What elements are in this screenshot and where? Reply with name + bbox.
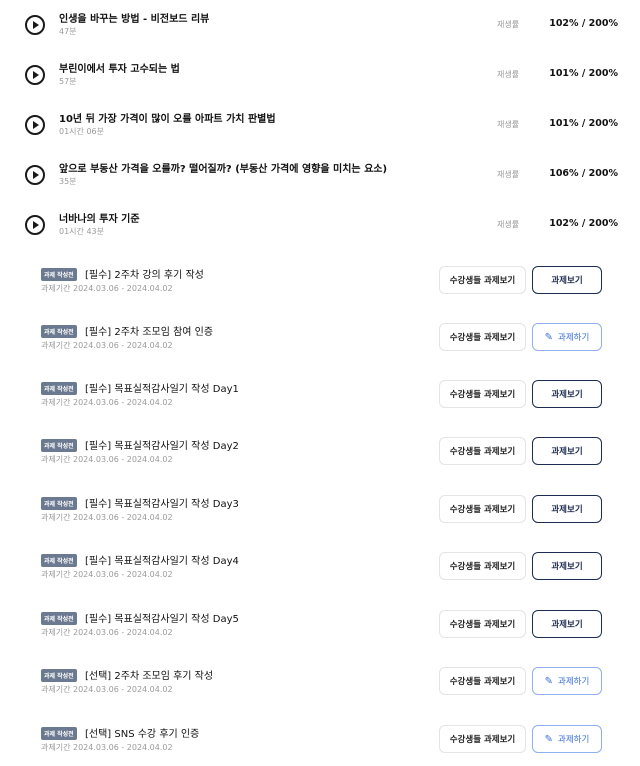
- assignment-period: 과제기간 2024.03.06 - 2024.04.02: [41, 398, 173, 407]
- assignment-period: 과제기간 2024.03.06 - 2024.04.02: [41, 570, 173, 579]
- do-assignment-label: 과제하기: [558, 735, 590, 745]
- do-assignment-label: 과제하기: [558, 333, 590, 343]
- lecture-title[interactable]: 인생을 바꾸는 방법 - 비전보드 리뷰: [59, 10, 209, 25]
- peer-assignments-button[interactable]: 수강생들 과제보기: [439, 495, 526, 523]
- peer-assignments-button[interactable]: 수강생들 과제보기: [439, 610, 526, 638]
- play-circle-icon[interactable]: [25, 65, 45, 85]
- assignment-title: [필수] 목표실적감사일기 작성 Day3: [85, 499, 239, 510]
- assignment-title: [필수] 목표실적감사일기 작성 Day5: [85, 614, 239, 625]
- play-rate-value: 101% / 200%: [549, 118, 618, 129]
- lecture-duration: 35분: [59, 177, 77, 186]
- status-badge: 과제 작성전: [41, 382, 77, 395]
- lecture-title[interactable]: 너바나의 투자 기준: [59, 210, 140, 225]
- assignment-title: [필수] 목표실적감사일기 작성 Day2: [85, 441, 239, 452]
- play-rate-value: 106% / 200%: [549, 168, 618, 179]
- assignment-title: [선택] 2주차 조모임 후기 작성: [85, 671, 214, 682]
- lecture-duration: 01시간 43분: [59, 227, 104, 236]
- lecture-item[interactable]: 부린이에서 투자 고수되는 법 57분 재생률 101% / 200%: [0, 56, 640, 96]
- play-rate-value: 102% / 200%: [549, 218, 618, 229]
- assignment-title: [필수] 2주차 강의 후기 작성: [85, 270, 204, 281]
- assignment-row: 과제 작성전 [필수] 목표실적감사일기 작성 Day1 과제기간 2024.0…: [0, 380, 640, 421]
- view-assignment-button[interactable]: 과제보기: [532, 495, 602, 523]
- status-badge: 과제 작성전: [41, 727, 77, 740]
- play-rate-value: 102% / 200%: [549, 18, 618, 29]
- view-assignment-button[interactable]: 과제보기: [532, 266, 602, 294]
- do-assignment-button[interactable]: ✎ 과제하기: [532, 725, 602, 753]
- lecture-title[interactable]: 10년 뒤 가장 가격이 많이 오를 아파트 가치 판별법: [59, 110, 276, 125]
- lecture-duration: 57분: [59, 77, 77, 86]
- assignment-title: [필수] 2주차 조모임 참여 인증: [85, 327, 214, 338]
- pencil-icon: ✎: [544, 675, 554, 687]
- assignment-period: 과제기간 2024.03.06 - 2024.04.02: [41, 685, 173, 694]
- peer-assignments-button[interactable]: 수강생들 과제보기: [439, 552, 526, 580]
- play-rate-label: 재생률: [497, 20, 520, 29]
- lecture-duration: 47분: [59, 27, 77, 36]
- view-assignment-button[interactable]: 과제보기: [532, 552, 602, 580]
- peer-assignments-button[interactable]: 수강생들 과제보기: [439, 266, 526, 294]
- play-circle-icon[interactable]: [25, 115, 45, 135]
- play-circle-icon[interactable]: [25, 215, 45, 235]
- play-circle-icon[interactable]: [25, 15, 45, 35]
- do-assignment-button[interactable]: ✎ 과제하기: [532, 323, 602, 351]
- assignment-row: 과제 작성전 [필수] 목표실적감사일기 작성 Day3 과제기간 2024.0…: [0, 495, 640, 536]
- assignment-row: 과제 작성전 [선택] 2주차 조모임 후기 작성 과제기간 2024.03.0…: [0, 667, 640, 708]
- play-rate-label: 재생률: [497, 120, 520, 129]
- lecture-title[interactable]: 앞으로 부동산 가격을 오를까? 떨어질까? (부동산 가격에 영향을 미치는 …: [59, 160, 387, 175]
- do-assignment-button[interactable]: ✎ 과제하기: [532, 667, 602, 695]
- assignment-row: 과제 작성전 [필수] 2주차 조모임 참여 인증 과제기간 2024.03.0…: [0, 323, 640, 364]
- peer-assignments-button[interactable]: 수강생들 과제보기: [439, 667, 526, 695]
- assignment-row: 과제 작성전 [선택] SNS 수강 후기 인증 과제기간 2024.03.06…: [0, 725, 640, 766]
- status-badge: 과제 작성전: [41, 325, 77, 338]
- pencil-icon: ✎: [544, 733, 554, 745]
- assignment-period: 과제기간 2024.03.06 - 2024.04.02: [41, 341, 173, 350]
- assignment-row: 과제 작성전 [필수] 2주차 강의 후기 작성 과제기간 2024.03.06…: [0, 266, 640, 307]
- assignment-title: [필수] 목표실적감사일기 작성 Day4: [85, 556, 239, 567]
- status-badge: 과제 작성전: [41, 439, 77, 452]
- lecture-title[interactable]: 부린이에서 투자 고수되는 법: [59, 60, 180, 75]
- lecture-item[interactable]: 너바나의 투자 기준 01시간 43분 재생률 102% / 200%: [0, 206, 640, 246]
- assignment-period: 과제기간 2024.03.06 - 2024.04.02: [41, 628, 173, 637]
- play-rate-label: 재생률: [497, 170, 520, 179]
- assignment-period: 과제기간 2024.03.06 - 2024.04.02: [41, 455, 173, 464]
- assignment-period: 과제기간 2024.03.06 - 2024.04.02: [41, 513, 173, 522]
- status-badge: 과제 작성전: [41, 612, 77, 625]
- assignment-row: 과제 작성전 [필수] 목표실적감사일기 작성 Day2 과제기간 2024.0…: [0, 437, 640, 478]
- assignment-period: 과제기간 2024.03.06 - 2024.04.02: [41, 284, 173, 293]
- assignment-period: 과제기간 2024.03.06 - 2024.04.02: [41, 743, 173, 752]
- play-rate-value: 101% / 200%: [549, 68, 618, 79]
- status-badge: 과제 작성전: [41, 497, 77, 510]
- peer-assignments-button[interactable]: 수강생들 과제보기: [439, 725, 526, 753]
- lecture-item[interactable]: 10년 뒤 가장 가격이 많이 오를 아파트 가치 판별법 01시간 06분 재…: [0, 106, 640, 146]
- view-assignment-button[interactable]: 과제보기: [532, 380, 602, 408]
- status-badge: 과제 작성전: [41, 554, 77, 567]
- view-assignment-button[interactable]: 과제보기: [532, 610, 602, 638]
- do-assignment-label: 과제하기: [558, 677, 590, 687]
- play-rate-label: 재생률: [497, 70, 520, 79]
- peer-assignments-button[interactable]: 수강생들 과제보기: [439, 380, 526, 408]
- assignment-row: 과제 작성전 [필수] 목표실적감사일기 작성 Day5 과제기간 2024.0…: [0, 610, 640, 651]
- play-circle-icon[interactable]: [25, 165, 45, 185]
- lecture-item[interactable]: 인생을 바꾸는 방법 - 비전보드 리뷰 47분 재생률 102% / 200%: [0, 6, 640, 46]
- lecture-duration: 01시간 06분: [59, 127, 104, 136]
- peer-assignments-button[interactable]: 수강생들 과제보기: [439, 437, 526, 465]
- peer-assignments-button[interactable]: 수강생들 과제보기: [439, 323, 526, 351]
- play-rate-label: 재생률: [497, 220, 520, 229]
- assignment-title: [필수] 목표실적감사일기 작성 Day1: [85, 384, 239, 395]
- assignment-title: [선택] SNS 수강 후기 인증: [85, 729, 200, 740]
- view-assignment-button[interactable]: 과제보기: [532, 437, 602, 465]
- status-badge: 과제 작성전: [41, 268, 77, 281]
- pencil-icon: ✎: [544, 331, 554, 343]
- assignment-row: 과제 작성전 [필수] 목표실적감사일기 작성 Day4 과제기간 2024.0…: [0, 552, 640, 593]
- lecture-item[interactable]: 앞으로 부동산 가격을 오를까? 떨어질까? (부동산 가격에 영향을 미치는 …: [0, 156, 640, 196]
- status-badge: 과제 작성전: [41, 669, 77, 682]
